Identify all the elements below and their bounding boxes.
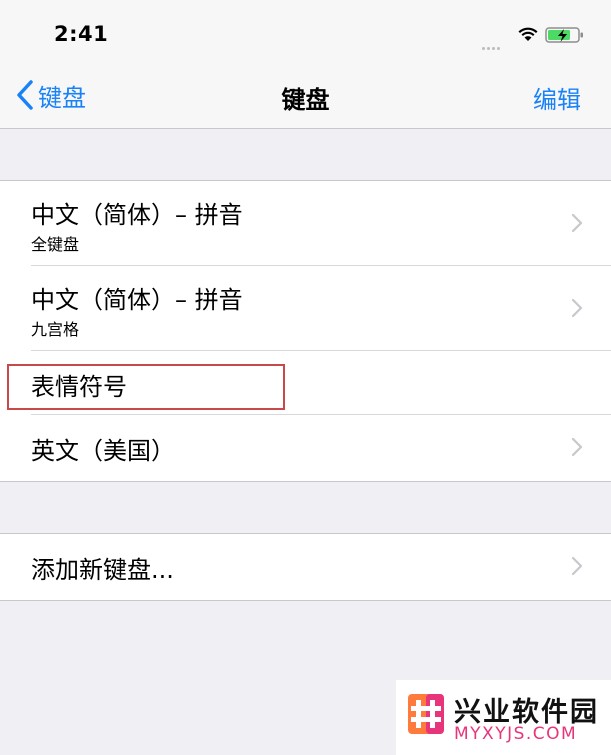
watermark: 兴业软件园 MYXYJS.COM [396, 680, 611, 755]
cellular-signal-icon [482, 35, 512, 50]
keyboard-list: 中文（简体）– 拼音 全键盘 中文（简体）– 拼音 九宫格 表情符号 英文（美国… [0, 180, 611, 482]
status-bar: 2:41 [0, 0, 611, 64]
chevron-right-icon [571, 298, 583, 318]
watermark-url: MYXYJS.COM [454, 724, 578, 744]
navigation-bar: 键盘 键盘 编辑 [0, 64, 611, 129]
keyboard-title: 中文（简体）– 拼音 [31, 201, 243, 229]
keyboard-subtitle: 全键盘 [31, 235, 80, 254]
keyboard-row-pinyin-full[interactable]: 中文（简体）– 拼音 全键盘 [0, 181, 611, 266]
keyboard-row-pinyin-10key[interactable]: 中文（简体）– 拼音 九宫格 [0, 266, 611, 351]
keyboard-subtitle: 九宫格 [31, 320, 80, 339]
page-title: 键盘 [281, 86, 330, 114]
battery-charging-icon [545, 27, 583, 43]
chevron-right-icon [571, 213, 583, 233]
watermark-logo-icon [408, 694, 444, 734]
edit-button[interactable]: 编辑 [533, 80, 581, 115]
chevron-right-icon [571, 437, 583, 457]
add-keyboard-row[interactable]: 添加新键盘... [0, 534, 611, 598]
add-keyboard-group: 添加新键盘... [0, 533, 611, 601]
status-time: 2:41 [54, 22, 109, 46]
add-keyboard-label: 添加新键盘... [31, 556, 174, 584]
keyboard-row-english-us[interactable]: 英文（美国） [0, 415, 611, 479]
chevron-right-icon [571, 556, 583, 576]
annotation-highlight [7, 364, 285, 410]
keyboard-title: 英文（美国） [31, 437, 175, 465]
keyboard-title: 中文（简体）– 拼音 [31, 286, 243, 314]
wifi-icon [518, 27, 538, 41]
